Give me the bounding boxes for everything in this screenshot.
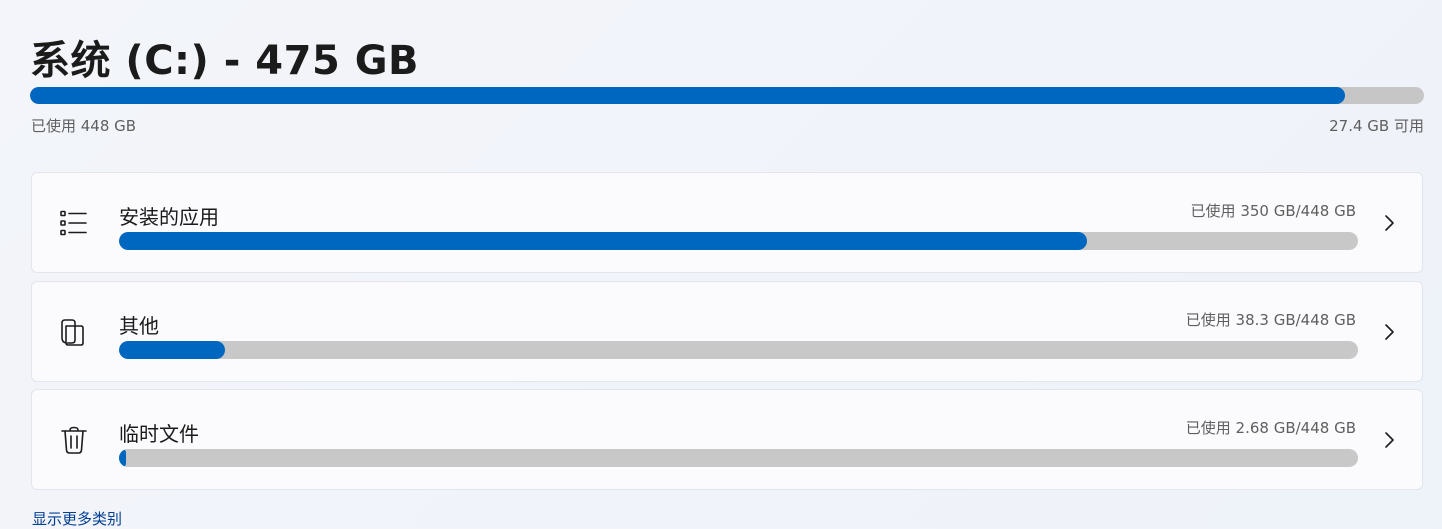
category-usage-fill (119, 449, 127, 467)
chevron-right-icon (1382, 213, 1396, 233)
category-usage-bar (119, 232, 1358, 250)
chevron-right-icon (1382, 322, 1396, 342)
drive-usage-fill (30, 87, 1345, 104)
drive-usage-bar (30, 87, 1424, 104)
drive-used-label: 已使用 448 GB (31, 117, 137, 135)
category-usage: 已使用 2.68 GB/448 GB (1185, 419, 1356, 437)
category-card-apps[interactable]: 安装的应用 已使用 350 GB/448 GB (31, 172, 1423, 273)
category-card-temp[interactable]: 临时文件 已使用 2.68 GB/448 GB (31, 389, 1423, 490)
drive-title: 系统 (C:) - 475 GB (30, 38, 420, 84)
drive-free-label: 27.4 GB 可用 (1329, 117, 1424, 135)
category-label: 其他 (119, 314, 159, 338)
list-icon (58, 207, 90, 239)
category-usage-bar (119, 449, 1358, 467)
category-card-other[interactable]: 其他 已使用 38.3 GB/448 GB (31, 281, 1423, 382)
folder-icon (58, 316, 90, 348)
category-usage-fill (119, 232, 1088, 250)
chevron-right-icon (1382, 430, 1396, 450)
category-usage: 已使用 38.3 GB/448 GB (1185, 311, 1356, 329)
category-usage-bar (119, 341, 1358, 359)
category-usage: 已使用 350 GB/448 GB (1190, 202, 1356, 220)
category-usage-fill (119, 341, 225, 359)
show-more-categories-link[interactable]: 显示更多类别 (32, 508, 122, 529)
trash-icon (58, 424, 90, 456)
category-label: 安装的应用 (119, 205, 219, 229)
category-label: 临时文件 (119, 422, 199, 446)
